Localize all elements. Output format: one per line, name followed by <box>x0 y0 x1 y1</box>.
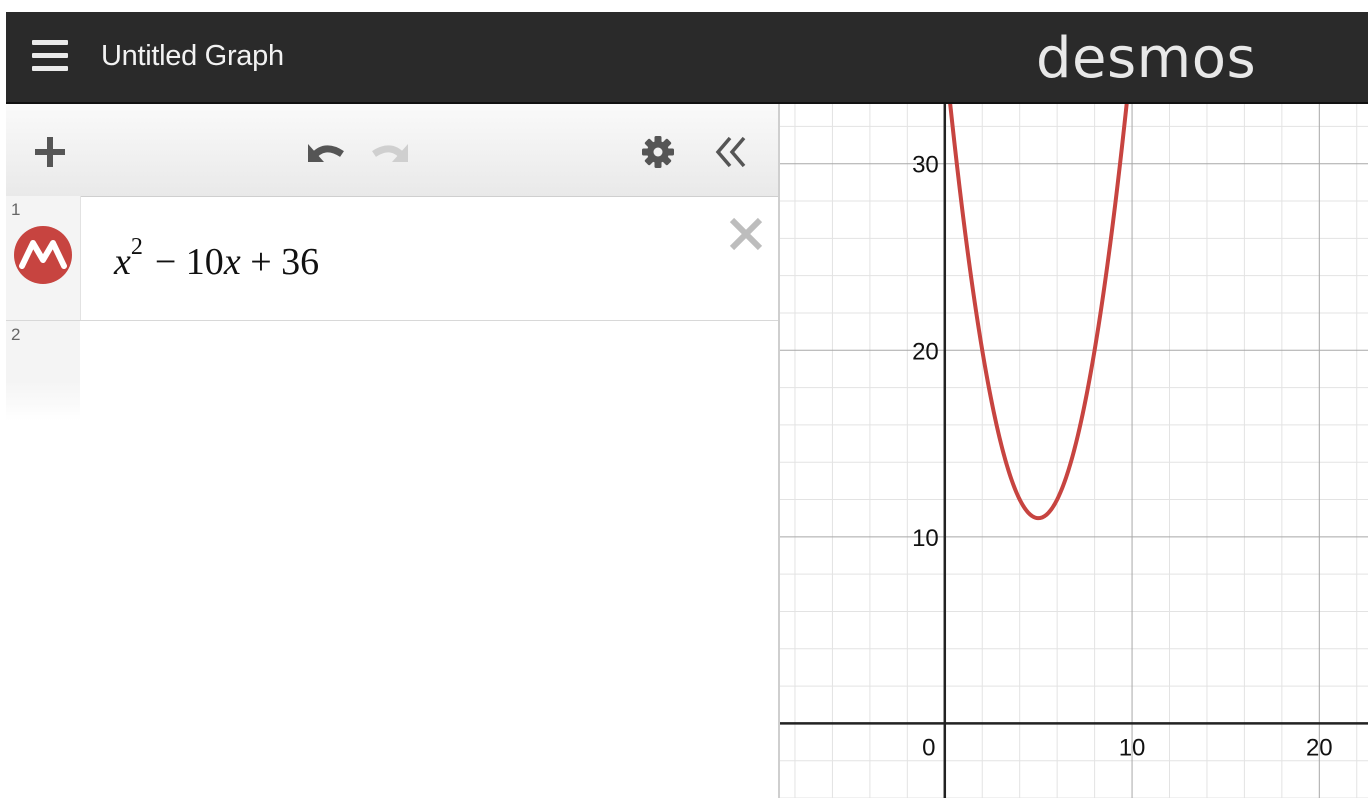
expression-gutter: 2 <box>6 321 80 421</box>
math-variable: x <box>114 241 131 283</box>
math-exponent: 2 <box>130 234 143 261</box>
double-chevron-left-icon <box>715 136 746 168</box>
math-variable: x <box>223 241 241 283</box>
settings-button[interactable] <box>636 132 680 172</box>
x-tick-label: 10 <box>1119 734 1146 761</box>
undo-button[interactable] <box>296 132 348 172</box>
app-header: Untitled Graph desmos <box>6 12 1368 104</box>
expression-number: 2 <box>11 325 21 344</box>
graph-title[interactable]: Untitled Graph <box>101 40 284 73</box>
delete-expression-button[interactable] <box>726 214 766 254</box>
expression-toolbar <box>6 104 778 197</box>
redo-button[interactable] <box>368 132 420 172</box>
expression-number: 1 <box>11 200 21 219</box>
y-tick-label: 30 <box>912 152 939 179</box>
gear-icon <box>642 136 674 168</box>
add-item-button[interactable] <box>30 132 70 172</box>
close-icon <box>729 217 763 251</box>
x-tick-label: 20 <box>1306 734 1333 761</box>
curve-icon[interactable] <box>14 226 72 284</box>
window-top-strip <box>0 0 1368 12</box>
undo-icon <box>308 144 344 162</box>
y-tick-label: 10 <box>912 525 939 552</box>
graph-paper[interactable]: 0 10 20 10 20 30 <box>780 104 1368 798</box>
desmos-logo: desmos <box>1036 26 1257 91</box>
expression-input[interactable]: x2− 10x + 36 <box>114 234 320 284</box>
expression-row-2[interactable]: 2 <box>6 321 778 421</box>
redo-icon <box>372 144 408 162</box>
math-term: + 36 <box>240 241 320 283</box>
collapse-list-button[interactable] <box>706 132 758 172</box>
expression-panel: 1 x2− 10x + 36 2 <box>6 104 780 798</box>
y-tick-label: 20 <box>912 338 939 365</box>
hamburger-menu-icon[interactable] <box>32 40 68 72</box>
parabola-curve <box>948 104 1129 521</box>
math-term: − 10 <box>154 241 224 283</box>
plus-icon <box>35 137 65 167</box>
expression-gutter: 1 <box>6 196 81 320</box>
expression-row-1[interactable]: 1 x2− 10x + 36 <box>6 196 778 321</box>
x-tick-label: 0 <box>922 734 935 761</box>
